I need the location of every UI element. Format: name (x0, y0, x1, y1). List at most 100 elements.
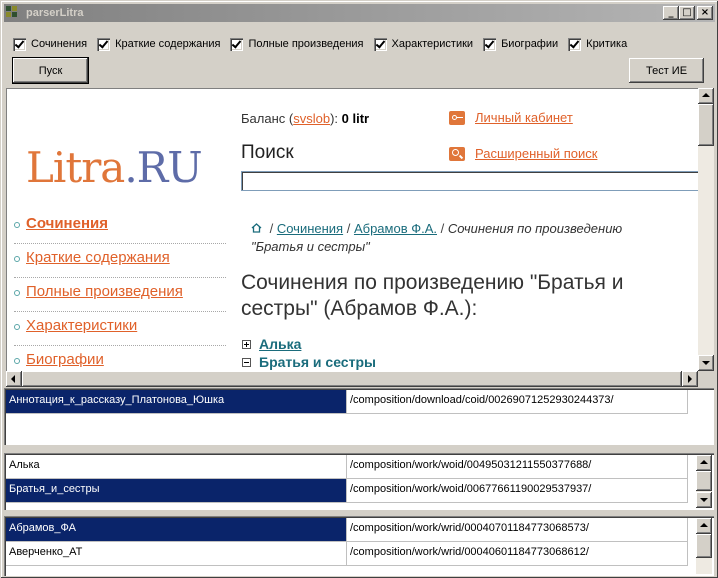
works-list[interactable]: Алька /composition/work/woid/00495031211… (4, 453, 714, 510)
nav-link[interactable]: Краткие содержания (26, 249, 170, 266)
start-button[interactable]: Пуск (12, 57, 89, 84)
balance-mid: ): (330, 111, 342, 126)
list-cell-name: Братья_и_сестры (6, 479, 347, 503)
breadcrumb-author[interactable]: Абрамов Ф.А. (354, 221, 437, 236)
option-full-works[interactable]: Полные произведения (230, 37, 364, 51)
list-row[interactable]: Аннотация_к_рассказу_Платонова_Юшка /com… (6, 390, 688, 414)
option-characteristics[interactable]: Характеристики (373, 37, 474, 51)
nav-item-full-works: Полные произведения (14, 278, 226, 312)
scroll-down-button[interactable] (698, 355, 714, 371)
app-icon (6, 6, 22, 20)
list-row[interactable]: Аверченко_АТ /composition/work/wrid/0004… (6, 542, 688, 566)
scroll-thumb[interactable] (22, 371, 682, 387)
checkbox-checked-icon[interactable] (483, 37, 497, 51)
maximize-icon: □ (682, 7, 692, 18)
browser-horizontal-scrollbar[interactable] (6, 371, 698, 387)
checkbox-checked-icon[interactable] (568, 37, 582, 51)
list-cell-path: /composition/work/wrid/00040701184773068… (347, 518, 688, 542)
scroll-down-button[interactable] (696, 492, 712, 508)
list-row[interactable]: Братья_и_сестры /composition/work/woid/0… (6, 479, 688, 503)
nav-link[interactable]: Полные произведения (26, 283, 183, 300)
works-tree: Алька Братья и сестры (242, 335, 376, 371)
nav-item-characteristics: Характеристики (14, 312, 226, 346)
tree-item-label[interactable]: Алька (259, 336, 301, 352)
balance-info: Баланс (svslob): 0 litr (241, 111, 369, 126)
options-row: Сочинения Краткие содержания Полные прои… (13, 36, 637, 52)
works-list-scrollbar[interactable] (696, 455, 712, 508)
option-compositions[interactable]: Сочинения (13, 37, 88, 51)
breadcrumb: / Сочинения / Абрамов Ф.А. / Сочинения п… (251, 220, 671, 256)
option-label: Сочинения (31, 38, 88, 50)
nav-link[interactable]: Сочинения (26, 215, 108, 232)
logo-part1: Litra (26, 143, 125, 192)
site-logo[interactable]: Litra.RU (26, 143, 203, 192)
advanced-search-link[interactable]: Расширенный поиск (475, 146, 597, 161)
option-label: Биографии (501, 38, 559, 50)
nav-link[interactable]: Характеристики (26, 317, 137, 334)
option-summaries[interactable]: Краткие содержания (97, 37, 221, 51)
scroll-up-button[interactable] (696, 455, 712, 471)
nav-item-compositions: Сочинения (14, 210, 226, 244)
collapse-icon[interactable] (242, 357, 251, 367)
tree-item-label: Братья и сестры (259, 354, 376, 370)
scroll-up-button[interactable] (698, 88, 714, 104)
list-row[interactable]: Абрамов_ФА /composition/work/wrid/000407… (6, 518, 688, 542)
close-button[interactable]: × (697, 6, 713, 20)
page-heading: Сочинения по произведению "Братья и сест… (241, 271, 624, 320)
minimize-icon: _ (668, 7, 674, 18)
scroll-right-button[interactable] (682, 371, 698, 387)
tree-item[interactable]: Братья и сестры (242, 353, 376, 371)
checkbox-checked-icon[interactable] (373, 37, 387, 51)
test-ie-button[interactable]: Тест ИЕ (629, 58, 704, 83)
list-cell-name: Аверченко_АТ (6, 542, 347, 566)
home-icon[interactable] (251, 220, 262, 233)
list-cell-name: Абрамов_ФА (6, 518, 347, 542)
checkbox-checked-icon[interactable] (13, 37, 26, 51)
breadcrumb-sep: / (266, 221, 277, 236)
tree-item[interactable]: Алька (242, 335, 376, 353)
balance-prefix: Баланс ( (241, 111, 294, 126)
list-cell-path: /composition/work/wrid/00040601184773068… (347, 542, 688, 566)
scroll-up-button[interactable] (696, 518, 712, 534)
scroll-thumb[interactable] (698, 104, 714, 146)
authors-list-scrollbar[interactable] (696, 518, 712, 574)
list-cell-path: /composition/work/woid/00677661190029537… (347, 479, 688, 503)
balance-value: 0 litr (341, 111, 370, 126)
checkbox-checked-icon[interactable] (97, 37, 111, 51)
site-search-input[interactable] (241, 171, 701, 191)
maximize-button[interactable]: □ (679, 6, 695, 20)
window-title: parserLitra (26, 7, 84, 19)
option-label: Характеристики (391, 38, 474, 50)
magnifier-icon (449, 146, 465, 161)
option-biographies[interactable]: Биографии (483, 37, 559, 51)
checkbox-checked-icon[interactable] (230, 37, 244, 51)
list-row[interactable]: Алька /composition/work/woid/00495031211… (6, 455, 688, 479)
web-browser-pane[interactable]: Litra.RU Сочинения Краткие содержания По… (6, 88, 714, 387)
breadcrumb-sep: / (437, 221, 448, 236)
breadcrumb-compositions[interactable]: Сочинения (277, 221, 343, 236)
option-label: Критика (586, 38, 628, 50)
close-icon: × (700, 7, 710, 18)
download-links-list[interactable]: Аннотация_к_рассказу_Платонова_Юшка /com… (4, 388, 714, 445)
app-window: parserLitra _ □ × Сочинения Краткие соде… (0, 0, 718, 578)
key-icon (449, 110, 465, 125)
list-cell-name: Аннотация_к_рассказу_Платонова_Юшка (6, 390, 347, 414)
scroll-left-button[interactable] (6, 371, 22, 387)
expand-icon[interactable] (242, 339, 251, 349)
browser-vertical-scrollbar[interactable] (698, 88, 714, 371)
scroll-thumb[interactable] (696, 471, 712, 491)
nav-link[interactable]: Биографии (26, 351, 104, 368)
search-title: Поиск (241, 142, 294, 163)
breadcrumb-sep: / (343, 221, 354, 236)
minimize-button[interactable]: _ (663, 6, 679, 20)
advanced-search-row: Расширенный поиск (449, 146, 597, 161)
option-label: Полные произведения (248, 38, 364, 50)
list-cell-path: /composition/work/woid/00495031211550377… (347, 455, 688, 479)
title-bar[interactable]: parserLitra _ □ × (4, 4, 715, 22)
authors-list[interactable]: Абрамов_ФА /composition/work/wrid/000407… (4, 516, 714, 576)
cabinet-link[interactable]: Личный кабинет (475, 110, 573, 125)
option-label: Краткие содержания (115, 38, 221, 50)
balance-user-link[interactable]: svslob (293, 111, 330, 126)
scroll-thumb[interactable] (696, 534, 712, 558)
option-criticism[interactable]: Критика (568, 37, 628, 51)
